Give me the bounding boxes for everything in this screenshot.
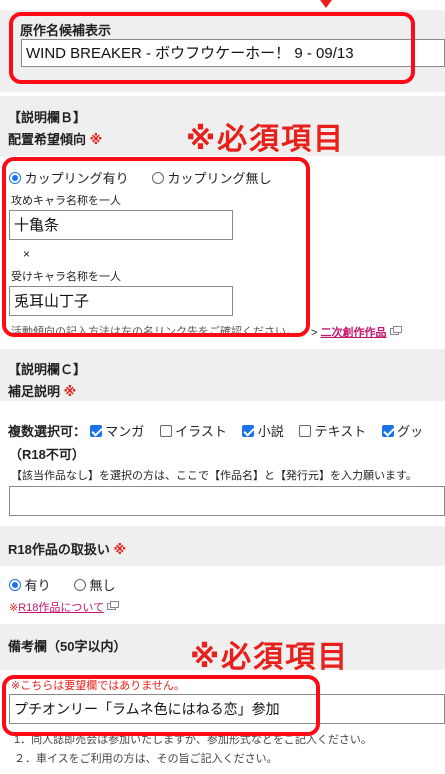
type-checkbox-row: 複数選択可： マンガ イラスト 小説 テキスト グッ xyxy=(8,421,423,440)
supplement-label: 補足説明 xyxy=(8,384,61,399)
checkbox-manga[interactable]: マンガ xyxy=(89,424,144,439)
radio-r18-no[interactable]: 無し xyxy=(73,578,116,593)
r18-label-row: R18作品の取扱い ※ xyxy=(8,539,126,558)
required-notice-remarks: ※必須項目 xyxy=(190,641,350,674)
remarks-note-2: ２．車イスをご利用の方は、その旨ご記入ください。 xyxy=(14,753,278,765)
external-window-icon xyxy=(107,601,120,610)
section-b-label: 配置希望傾向 ※ xyxy=(8,129,102,148)
remarks-label: 備考欄（50字以内） xyxy=(8,639,127,654)
r18-label: R18作品の取扱い xyxy=(8,542,110,557)
supplement-input[interactable] xyxy=(9,486,445,516)
required-mark: ※ xyxy=(89,132,103,147)
checkbox-checked-icon xyxy=(89,425,102,437)
r18-not-allowed-note: （R18不可） xyxy=(9,447,85,462)
checkbox-text[interactable]: テキスト xyxy=(299,424,366,439)
radio-off-icon xyxy=(73,579,86,591)
multi-select-label: 複数選択可： xyxy=(8,424,87,439)
r18-radio-group: 有り 無し xyxy=(9,575,116,594)
radio-on-icon xyxy=(9,579,21,591)
highlight-remarks xyxy=(2,675,320,736)
derivative-link-row: > 二次創作作品 xyxy=(311,324,402,340)
checkbox-empty-icon xyxy=(299,425,312,437)
checkbox-checked-icon xyxy=(381,425,394,437)
required-notice-b: ※必須項目 xyxy=(186,123,346,156)
section-b-heading: 【説明欄Ｂ】 xyxy=(8,110,87,125)
checkbox-goods[interactable]: グッ xyxy=(381,424,423,439)
section-c-label: 補足説明 ※ xyxy=(8,381,76,400)
r18-link-row: ※R18作品について xyxy=(9,599,120,615)
scroll-marker-icon xyxy=(320,0,332,8)
highlight-title xyxy=(9,12,415,84)
checkbox-checked-icon xyxy=(242,425,255,437)
checkbox-illust[interactable]: イラスト xyxy=(159,424,227,439)
placement-label: 配置希望傾向 xyxy=(8,132,87,147)
section-c-heading: 【説明欄Ｃ】 xyxy=(8,362,87,377)
required-mark: ※ xyxy=(63,384,77,399)
highlight-coupling xyxy=(2,157,310,337)
checkbox-empty-icon xyxy=(159,425,172,437)
supplement-instruction: 【該当作品なし】を選択の方は、ここで【作品名】と【発行元】を入力願います。 xyxy=(11,470,417,482)
radio-r18-yes[interactable]: 有り xyxy=(9,578,51,593)
external-window-icon xyxy=(389,326,402,335)
required-mark: ※ xyxy=(113,542,127,557)
derivative-works-link[interactable]: 二次創作作品 xyxy=(321,327,387,339)
checkbox-novel[interactable]: 小説 xyxy=(242,424,284,439)
r18-info-link[interactable]: R18作品について xyxy=(18,602,104,614)
